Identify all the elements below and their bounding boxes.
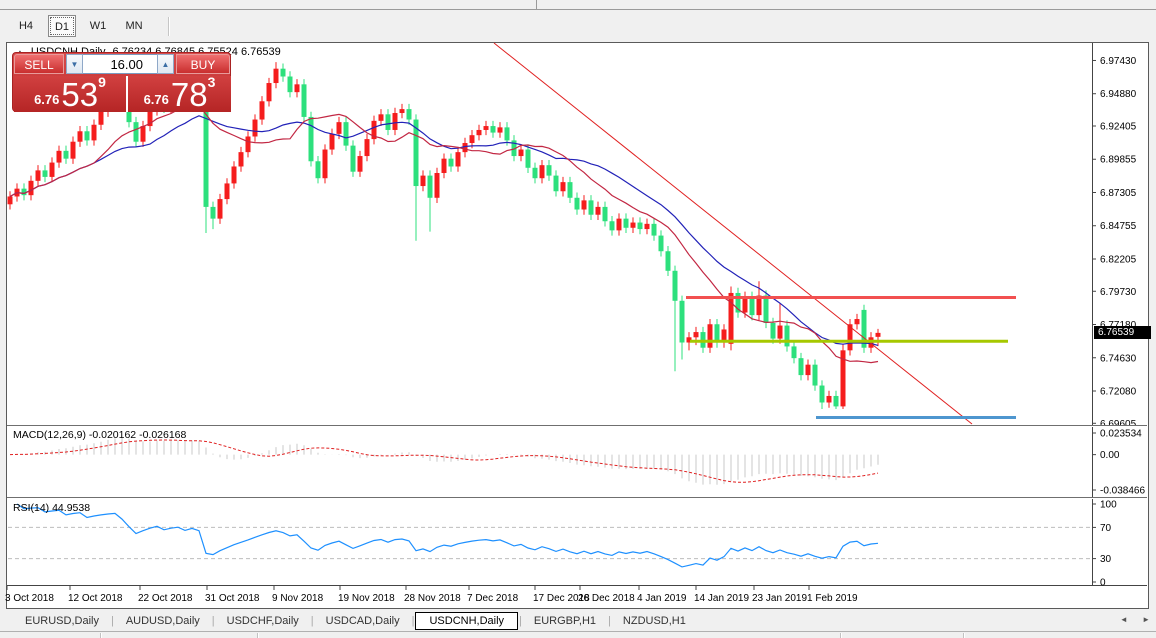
date-axis-label: 31 Oct 2018 bbox=[205, 593, 260, 604]
chart-tab-eurgbp[interactable]: EURGBP,H1 bbox=[523, 613, 607, 629]
price-axis-label: 6.79730 bbox=[1100, 287, 1137, 298]
date-axis-label: 26 Dec 2018 bbox=[578, 593, 635, 604]
chart-tab-eurusd[interactable]: EURUSD,Daily bbox=[14, 613, 110, 629]
tab-scroll-arrows: ◄ ► bbox=[1108, 615, 1150, 624]
tab-scroll-left-icon[interactable]: ◄ bbox=[1120, 615, 1128, 624]
status-divider bbox=[963, 633, 965, 638]
chart-tab-nzdusd[interactable]: NZDUSD,H1 bbox=[612, 613, 697, 629]
date-axis-label: 14 Jan 2019 bbox=[694, 593, 749, 604]
date-axis-label: 7 Dec 2018 bbox=[467, 593, 519, 604]
buy-price[interactable]: 6.76783 bbox=[128, 76, 231, 112]
chart-tab-audusd[interactable]: AUDUSD,Daily bbox=[115, 613, 211, 629]
volume-stepper: ▼ ▲ bbox=[66, 54, 174, 74]
status-divider bbox=[257, 633, 259, 638]
date-axis-label: 19 Nov 2018 bbox=[338, 593, 395, 604]
sell-price-sup: 9 bbox=[98, 74, 106, 90]
down-arrow-icon: ▼ bbox=[71, 60, 79, 69]
rsi-axis-label: 0 bbox=[1100, 578, 1106, 589]
sell-price-big: 53 bbox=[61, 80, 98, 110]
status-divider bbox=[100, 633, 102, 638]
price-axis-label: 6.94880 bbox=[1100, 89, 1137, 100]
status-divider bbox=[840, 633, 842, 638]
rsi-axis-label: 100 bbox=[1100, 500, 1117, 511]
date-axis-label: 23 Jan 2019 bbox=[752, 593, 807, 604]
rsi-indicator-label: RSI(14) 44.9538 bbox=[13, 502, 90, 514]
up-arrow-icon: ▲ bbox=[162, 60, 170, 69]
buy-price-sup: 3 bbox=[208, 74, 216, 90]
price-axis-label: 6.72080 bbox=[1100, 387, 1137, 398]
sell-button[interactable]: SELL bbox=[14, 54, 64, 74]
sell-price[interactable]: 6.76539 bbox=[14, 76, 126, 112]
macd-axis-label: 0.00 bbox=[1100, 450, 1120, 461]
rsi-axis-label: 70 bbox=[1100, 523, 1112, 534]
ma-slow-line bbox=[10, 116, 878, 346]
chart-tab-usdcad[interactable]: USDCAD,Daily bbox=[315, 613, 411, 629]
chart-tab-usdcnh[interactable]: USDCNH,Daily bbox=[415, 612, 518, 630]
volume-decrease-button[interactable]: ▼ bbox=[66, 54, 83, 74]
date-axis-label: 22 Oct 2018 bbox=[138, 593, 193, 604]
price-axis-label: 6.84755 bbox=[1100, 221, 1137, 232]
volume-increase-button[interactable]: ▲ bbox=[157, 54, 174, 74]
date-axis-label: 12 Oct 2018 bbox=[68, 593, 123, 604]
macd-histogram bbox=[10, 438, 878, 485]
price-axis-label: 6.74630 bbox=[1100, 353, 1137, 364]
price-axis-label: 6.82205 bbox=[1100, 254, 1137, 265]
date-axis-label: 28 Nov 2018 bbox=[404, 593, 461, 604]
buy-button[interactable]: BUY bbox=[176, 54, 230, 74]
current-price-tag: 6.76539 bbox=[1094, 326, 1151, 339]
price-axis-label: 6.87305 bbox=[1100, 188, 1137, 199]
trading-terminal: H4D1W1MN 6.974306.948806.924056.898556.8… bbox=[0, 0, 1156, 638]
chart-tab-usdchf[interactable]: USDCHF,Daily bbox=[216, 613, 310, 629]
rsi-axis-label: 30 bbox=[1100, 554, 1112, 565]
one-click-trading-panel: SELL ▼ ▲ BUY 6.76539 6.76783 bbox=[12, 52, 231, 112]
volume-input[interactable] bbox=[83, 54, 157, 74]
date-axis-label: 3 Oct 2018 bbox=[5, 593, 54, 604]
price-axis-label: 6.89855 bbox=[1100, 155, 1137, 166]
tab-scroll-right-icon[interactable]: ► bbox=[1142, 615, 1150, 624]
trade-panel-top-row: SELL ▼ ▲ BUY bbox=[13, 53, 230, 75]
sell-price-prefix: 6.76 bbox=[34, 92, 59, 107]
date-axis-label: 9 Nov 2018 bbox=[272, 593, 324, 604]
chart-tab-bar: EURUSD,Daily|AUDUSD,Daily|USDCHF,Daily|U… bbox=[0, 611, 1156, 631]
ma-fast-line bbox=[10, 106, 878, 363]
rsi-line bbox=[17, 504, 878, 567]
descending-trendline[interactable] bbox=[494, 43, 972, 424]
candlestick-series bbox=[8, 62, 881, 409]
buy-price-big: 78 bbox=[171, 80, 208, 110]
macd-axis-label: -0.038466 bbox=[1100, 486, 1145, 497]
trade-panel-prices: 6.76539 6.76783 bbox=[14, 76, 231, 112]
date-axis-label: 1 Feb 2019 bbox=[807, 593, 858, 604]
date-axis-label: 4 Jan 2019 bbox=[637, 593, 687, 604]
buy-price-prefix: 6.76 bbox=[144, 92, 169, 107]
macd-indicator-label: MACD(12,26,9) -0.020162 -0.026168 bbox=[13, 429, 186, 441]
status-bar bbox=[0, 631, 1156, 638]
price-axis-label: 6.97430 bbox=[1100, 56, 1137, 67]
price-axis-label: 6.92405 bbox=[1100, 121, 1137, 132]
macd-axis-label: 0.023534 bbox=[1100, 429, 1142, 440]
